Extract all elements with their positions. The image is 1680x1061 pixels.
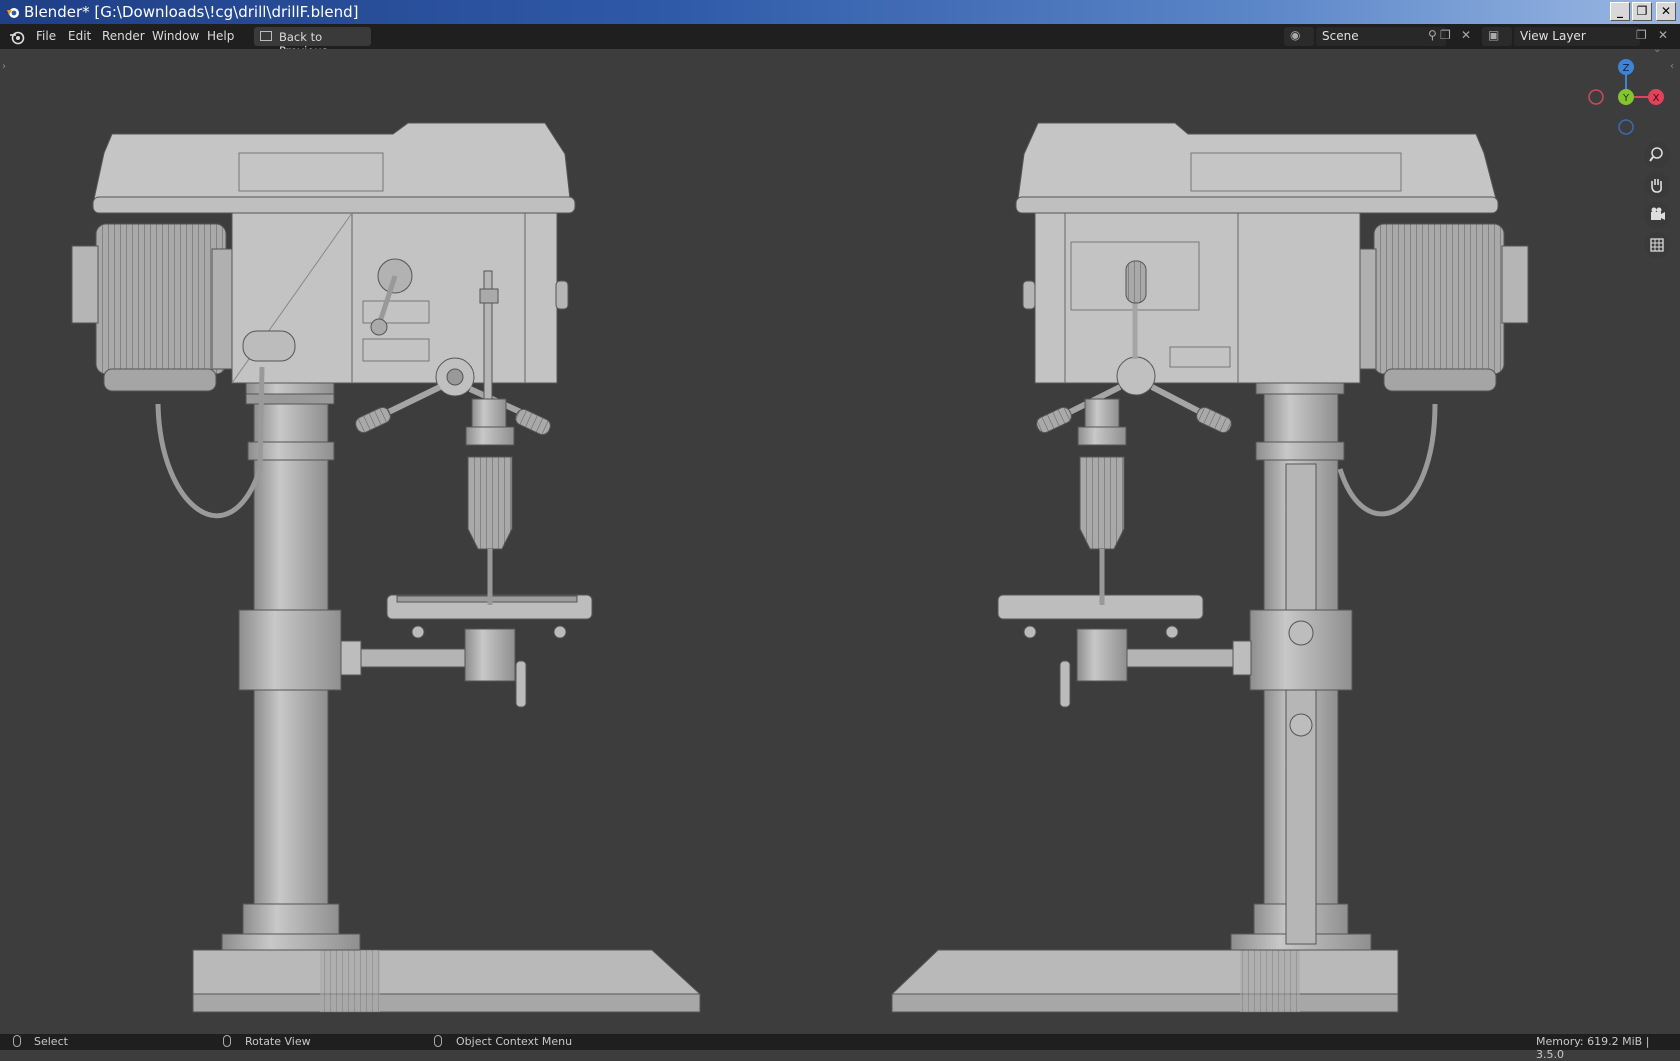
delete-scene-icon[interactable]: ✕: [1461, 28, 1471, 42]
drill-press-model: [71, 122, 1529, 1013]
pan-button[interactable]: [1644, 172, 1670, 198]
back-to-previous-button[interactable]: Back to Previous: [254, 27, 371, 58]
zoom-icon: [1649, 147, 1663, 162]
status-bar: Select Rotate View Object Context Menu M…: [0, 1034, 1680, 1061]
blender-logo-icon: [7, 8, 19, 18]
mouse-left-icon: [13, 1035, 21, 1047]
menu-edit[interactable]: Edit: [68, 29, 91, 43]
view-layer-icon: ▣: [1488, 28, 1500, 42]
view-layer-label: View Layer: [1520, 29, 1586, 43]
pin-icon[interactable]: ⚲: [1428, 28, 1437, 42]
drill-press-side-view: [891, 122, 1529, 1013]
status-rotate-view: Rotate View: [245, 1035, 311, 1048]
hand-pan-icon: [1651, 179, 1662, 193]
status-memory: Memory: 619.2 MiB | 3.5.0: [1536, 1035, 1650, 1061]
scene-selector-button[interactable]: ◉: [1284, 27, 1314, 46]
camera-icon: [1651, 207, 1665, 220]
screen-icon: [260, 31, 272, 41]
neg-x-axis-icon[interactable]: [1588, 89, 1604, 105]
view-layer-selector-button[interactable]: ▣: [1482, 27, 1512, 46]
delete-view-layer-icon[interactable]: ✕: [1658, 28, 1668, 42]
menu-render[interactable]: Render: [102, 29, 145, 43]
x-axis-label: X: [1653, 93, 1660, 104]
status-select: Select: [34, 1035, 68, 1048]
axis-navigation-gizmo[interactable]: Z X Y: [1586, 57, 1666, 137]
zoom-button[interactable]: [1644, 142, 1670, 168]
menu-window[interactable]: Window: [152, 29, 199, 43]
z-axis-label: Z: [1623, 63, 1630, 74]
scene-icon: ◉: [1290, 28, 1301, 42]
grid-icon: [1650, 238, 1664, 252]
drill-press-front-view: [71, 122, 701, 1013]
view-layer-name-field[interactable]: View Layer: [1514, 27, 1640, 46]
menu-help[interactable]: Help: [207, 29, 234, 43]
window-title: Blender* [G:\Downloads\!cg\drill\drillF.…: [24, 3, 359, 21]
restore-button[interactable]: ❐: [1632, 2, 1652, 21]
camera-view-button[interactable]: [1644, 202, 1670, 228]
close-button[interactable]: ✕: [1656, 2, 1676, 21]
minimize-button[interactable]: _: [1610, 2, 1630, 21]
perspective-toggle-button[interactable]: [1644, 232, 1670, 258]
mouse-right-icon: [434, 1035, 442, 1047]
3d-viewport[interactable]: › ‹ ⌄ Z X Y: [0, 44, 1680, 1034]
new-view-layer-icon[interactable]: ❐: [1636, 28, 1647, 42]
window-titlebar: Blender* [G:\Downloads\!cg\drill\drillF.…: [0, 0, 1680, 24]
mouse-middle-icon: [223, 1035, 231, 1047]
scene-label: Scene: [1322, 29, 1359, 43]
status-context-menu: Object Context Menu: [456, 1035, 573, 1048]
new-scene-icon[interactable]: ❐: [1440, 28, 1451, 42]
menu-file[interactable]: File: [36, 29, 56, 43]
neg-z-axis-icon[interactable]: [1618, 119, 1634, 135]
scene-name-field[interactable]: Scene ⚲: [1316, 27, 1446, 46]
blender-menu-icon[interactable]: [9, 29, 25, 45]
y-axis-label: Y: [1622, 93, 1630, 104]
top-menubar: File Edit Render Window Help Back to Pre…: [0, 24, 1680, 58]
